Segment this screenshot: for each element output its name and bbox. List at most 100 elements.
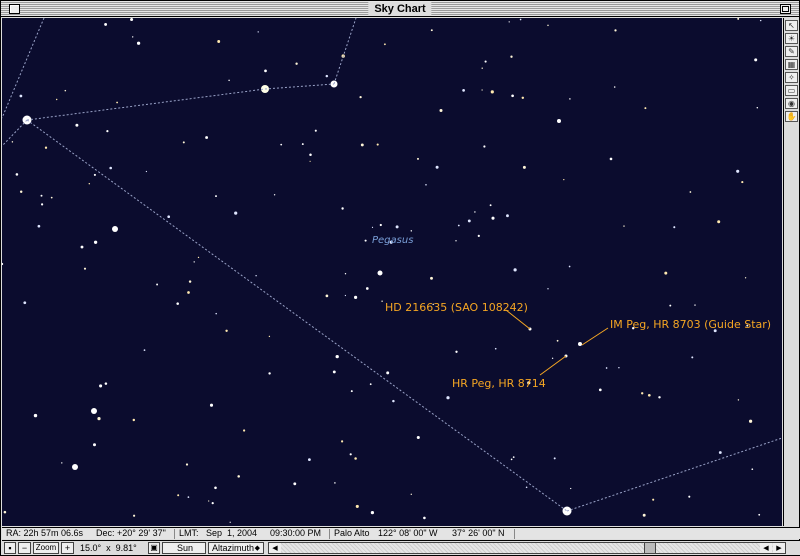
star[interactable]	[264, 69, 267, 73]
star[interactable]	[609, 157, 613, 161]
star[interactable]	[423, 516, 426, 520]
star[interactable]	[354, 457, 357, 460]
scroll-left-alt-icon[interactable]: ◀	[760, 543, 772, 553]
star[interactable]	[234, 211, 238, 215]
star[interactable]	[11, 141, 14, 143]
star[interactable]	[93, 443, 96, 447]
star[interactable]	[106, 130, 109, 133]
star[interactable]	[332, 370, 336, 374]
star[interactable]	[371, 226, 374, 229]
star[interactable]	[217, 40, 221, 43]
star[interactable]	[511, 94, 514, 98]
star[interactable]	[410, 493, 412, 495]
star[interactable]	[613, 86, 616, 88]
star[interactable]	[93, 173, 96, 176]
star[interactable]	[510, 55, 513, 58]
star[interactable]	[228, 79, 230, 82]
star[interactable]	[477, 234, 480, 238]
star[interactable]	[519, 18, 522, 21]
star[interactable]	[40, 203, 44, 206]
star[interactable]	[489, 204, 492, 207]
star[interactable]	[383, 43, 386, 46]
star[interactable]	[197, 256, 200, 259]
star[interactable]	[547, 24, 549, 27]
star[interactable]	[185, 463, 189, 466]
star[interactable]	[741, 181, 744, 184]
scroll-thumb[interactable]	[644, 543, 656, 553]
star[interactable]	[512, 456, 515, 458]
star[interactable]	[301, 143, 304, 146]
star[interactable]	[341, 207, 344, 210]
star[interactable]	[335, 354, 339, 359]
star[interactable]	[104, 22, 108, 26]
star[interactable]	[19, 190, 23, 194]
star[interactable]	[364, 239, 367, 242]
star[interactable]	[481, 67, 483, 69]
horizontal-scrollbar[interactable]: ◀ ◀ ▶	[268, 542, 786, 554]
star[interactable]	[717, 220, 721, 224]
star[interactable]	[23, 301, 27, 305]
zoom-box[interactable]	[780, 4, 791, 14]
star[interactable]	[93, 240, 98, 244]
star[interactable]	[3, 510, 7, 514]
star[interactable]	[754, 58, 758, 62]
star[interactable]	[736, 169, 740, 173]
star[interactable]	[462, 89, 465, 92]
star[interactable]	[641, 392, 644, 395]
star[interactable]	[334, 482, 336, 484]
star[interactable]	[737, 18, 740, 20]
star[interactable]	[97, 417, 101, 421]
pencil-tool-icon[interactable]: ✎	[785, 46, 798, 57]
star[interactable]	[484, 60, 487, 63]
star[interactable]	[61, 462, 63, 464]
star[interactable]	[658, 396, 661, 399]
star[interactable]	[314, 129, 317, 132]
star[interactable]	[268, 335, 271, 338]
lock-icon[interactable]: ▣	[148, 542, 160, 554]
star[interactable]	[40, 194, 43, 197]
star[interactable]	[349, 453, 352, 456]
star[interactable]	[614, 29, 617, 32]
star[interactable]	[642, 513, 646, 517]
star[interactable]	[133, 514, 136, 517]
star[interactable]	[522, 165, 526, 169]
star[interactable]	[376, 143, 379, 146]
star[interactable]	[510, 458, 513, 461]
close-box[interactable]	[9, 4, 20, 14]
star[interactable]	[751, 468, 754, 471]
star[interactable]	[205, 136, 209, 139]
star[interactable]	[341, 440, 344, 443]
star[interactable]	[209, 403, 214, 407]
star[interactable]	[605, 367, 608, 369]
window-tool-icon[interactable]: ▭	[785, 85, 798, 96]
star[interactable]	[664, 271, 668, 275]
star[interactable]	[370, 510, 375, 515]
star[interactable]	[242, 429, 246, 432]
star[interactable]	[280, 143, 283, 146]
star[interactable]	[308, 458, 311, 461]
star[interactable]	[377, 270, 383, 276]
label-hd216635[interactable]: HD 216635 (SAO 108242)	[385, 301, 528, 314]
star[interactable]	[325, 294, 329, 298]
star[interactable]	[145, 170, 148, 173]
star[interactable]	[355, 504, 359, 508]
sun-tool-icon[interactable]: ☀	[785, 33, 798, 44]
star[interactable]	[136, 41, 141, 45]
star[interactable]	[759, 19, 762, 22]
star[interactable]	[481, 89, 483, 91]
star[interactable]	[188, 280, 192, 283]
star[interactable]	[208, 500, 210, 502]
star[interactable]	[756, 106, 759, 109]
star[interactable]	[33, 413, 38, 418]
star[interactable]	[2, 262, 4, 266]
star[interactable]	[568, 265, 571, 268]
center-object-field[interactable]: Sun	[162, 542, 206, 554]
star[interactable]	[691, 356, 694, 359]
star[interactable]	[694, 304, 696, 306]
star[interactable]	[446, 396, 450, 400]
star[interactable]	[83, 267, 87, 270]
star[interactable]	[44, 146, 48, 149]
star[interactable]	[109, 166, 113, 170]
star[interactable]	[143, 349, 146, 351]
star[interactable]	[647, 393, 651, 397]
